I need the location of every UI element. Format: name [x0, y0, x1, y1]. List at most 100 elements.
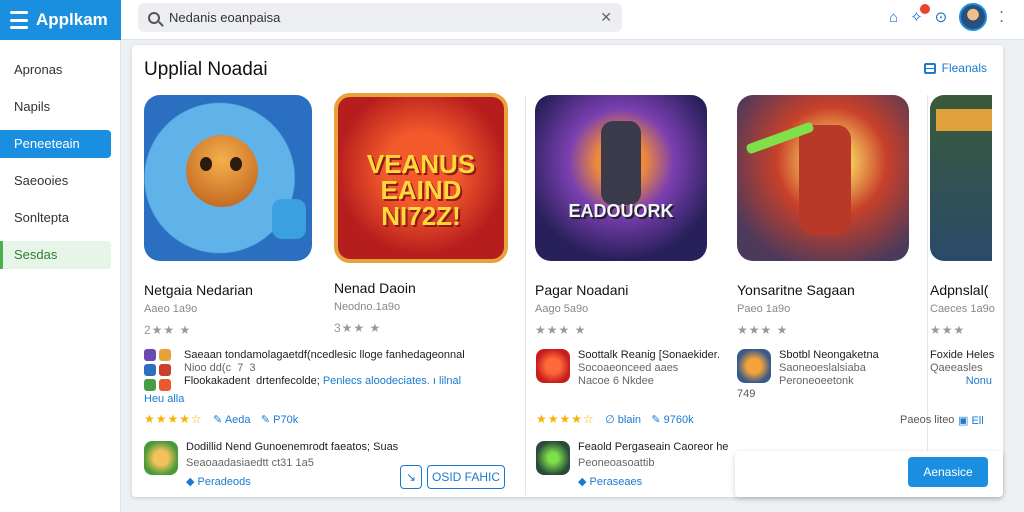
list-item-link[interactable]: ◆ Peraseaes	[578, 476, 728, 489]
app-subtitle: Neodno.1a9o	[334, 301, 401, 313]
edit-label: Aeda	[224, 414, 251, 426]
app-thumbnail[interactable]	[144, 441, 178, 475]
primary-action-button[interactable]: Aenasice	[908, 457, 988, 487]
app-card[interactable]: EADOUORK Pagar Noadani Aago 5a9o ★★★ ★	[535, 95, 707, 337]
brand-name: Applkam	[36, 10, 108, 29]
notification-badge	[919, 4, 930, 14]
app-icon[interactable]	[737, 95, 909, 261]
clear-icon[interactable]: ✕	[600, 9, 612, 26]
app-thumbnail[interactable]	[536, 349, 570, 383]
app-mini-icon[interactable]	[144, 364, 156, 376]
app-icon[interactable]: EADOUORK	[535, 95, 707, 261]
list-item-meta: Seaoaadasiaedtt ct31 1a5	[186, 457, 314, 469]
list-item-link[interactable]: Heu alla	[144, 393, 184, 405]
sidebar-item-2[interactable]: Napils	[0, 93, 111, 121]
avatar[interactable]	[959, 3, 988, 31]
share-button[interactable]: ↘	[400, 465, 422, 489]
download-link[interactable]: ✎ 9760k	[651, 414, 693, 426]
settings-icon[interactable]: ⊙	[935, 8, 948, 26]
list-item-text: Feaold Pergaseain Caoreor he Peoneoasoat…	[578, 441, 728, 489]
app-card[interactable]: Adpnslal( Caeces 1a9o ★★★	[930, 95, 995, 337]
hero-icon	[799, 125, 851, 235]
panel-action-label: Fleanals	[941, 61, 987, 75]
banner-icon	[936, 109, 992, 131]
app-mini-icon[interactable]	[159, 379, 171, 391]
edit-label: blain	[617, 414, 642, 426]
app-subtitle: Aaeo 1a9o	[144, 303, 198, 315]
list-item-meta: Peoneoasoattib	[578, 457, 655, 469]
app-subtitle: Caeces 1a9o	[930, 303, 995, 315]
sidebar-item-3[interactable]: Peneeteain	[0, 130, 111, 158]
app-icon[interactable]	[930, 95, 992, 261]
list-item[interactable]: Foxide Heles Qaeeasles Nonu	[930, 349, 994, 388]
list-item-link[interactable]: ◆ Peradeods	[186, 476, 398, 489]
sidebar: Apronas Napils Peneeteain Saeooies Sonlt…	[0, 40, 121, 512]
column-divider	[525, 95, 526, 495]
app-icon[interactable]	[144, 95, 312, 261]
rating-row: ★★★★☆ ∅ blain ✎ 9760k	[536, 412, 694, 426]
app-mini-icon[interactable]	[144, 349, 156, 361]
list-item-meta: 749	[737, 388, 756, 400]
edit-link[interactable]: ✎ Aeda	[213, 414, 250, 426]
footer-link[interactable]: ▣ Ell	[958, 414, 984, 427]
panel-action-button[interactable]: Fleanals	[923, 61, 987, 75]
list-item-desc-text: Flookakadent drtenfecolde;	[184, 375, 320, 387]
app-mini-icon[interactable]	[144, 379, 156, 391]
footer-link-label: Ell	[971, 415, 984, 427]
search-bar[interactable]: ✕	[138, 3, 622, 32]
top-bar: Applkam ✕ ⌂ ✧ ⊙ ⁚	[0, 0, 1024, 40]
list-item-text: Soottalk Reanig [Sonaekider. Socoaeoncee…	[578, 349, 720, 388]
app-name[interactable]: Pagar Noadani	[535, 282, 707, 298]
list-item-text: Sbotbl Neongaketna Saoneoeslalsiaba Pero…	[779, 349, 879, 388]
main-panel: Upplial Noadai Fleanals Netgaia Nedarian…	[132, 45, 1003, 497]
app-name[interactable]: Netgaia Nedarian	[144, 282, 312, 298]
list-item-meta: Nioo dd(c 7 3	[184, 362, 256, 374]
download-count: P70k	[273, 414, 299, 426]
list-item[interactable]: Soottalk Reanig [Sonaekider. Socoaeoncee…	[536, 349, 720, 388]
app-name[interactable]: Yonsaritne Sagaan	[737, 282, 909, 298]
list-item-title: Foxide Heles	[930, 349, 995, 361]
list-item-link[interactable]: Penlecs aloodeciates. ı lilnal	[323, 375, 461, 387]
sidebar-item-1[interactable]: Apronas	[0, 56, 111, 84]
puzzle-icon[interactable]: ✧	[910, 4, 930, 26]
app-name[interactable]: Nenad Daoin	[334, 280, 508, 296]
list-item[interactable]: Dodillid Nend Gunoenemrodt faeatos; Suas…	[144, 441, 398, 489]
more-icon[interactable]: ⁚	[999, 8, 1004, 26]
app-icon[interactable]: VEANUS EAIND NI72Z!	[334, 93, 508, 263]
list-item-meta: Socoaeonceed aaes	[578, 362, 679, 374]
layout-icon	[923, 62, 936, 74]
search-input[interactable]	[169, 10, 592, 25]
list-item[interactable]: Sbotbl Neongaketna Saoneoeslalsiaba Pero…	[737, 349, 879, 388]
list-item-meta: Peroneoeetonk	[779, 375, 854, 387]
app-card[interactable]: Netgaia Nedarian Aaeo 1a9o 2★★ ★	[144, 95, 312, 337]
app-mini-icon[interactable]	[159, 349, 171, 361]
page-title: Upplial Noadai	[144, 59, 268, 80]
app-card[interactable]: Yonsaritne Sagaan Paeo 1a9o ★★★ ★	[737, 95, 909, 337]
eye-icon	[200, 157, 212, 171]
sidebar-item-5[interactable]: Sonltepta	[0, 204, 111, 232]
home-icon[interactable]: ⌂	[889, 9, 898, 26]
list-item[interactable]: Saeaan tondamolagaetdf(ncedlesic lloge f…	[184, 349, 465, 388]
edit-link[interactable]: ∅ blain	[605, 414, 641, 426]
list-icon	[10, 11, 28, 29]
app-art-text: VEANUS EAIND NI72Z!	[366, 149, 476, 231]
app-thumbnail[interactable]	[536, 441, 570, 475]
app-mini-icon[interactable]	[159, 364, 171, 376]
search-icon	[148, 11, 160, 24]
app-name[interactable]: Adpnslal(	[930, 282, 995, 298]
app-card[interactable]: VEANUS EAIND NI72Z! Nenad Daoin Neodno.1…	[334, 93, 508, 335]
open-button[interactable]: OSID FAHIC	[427, 465, 505, 489]
star-rating: ★★★★☆	[144, 412, 203, 426]
floating-card: Aenasice	[735, 451, 1003, 497]
sidebar-item-4[interactable]: Saeooies	[0, 167, 111, 195]
brand[interactable]: Applkam	[0, 0, 121, 40]
app-thumbnail[interactable]	[737, 349, 771, 383]
list-item-desc: Flookakadent drtenfecolde; Penlecs alood…	[184, 375, 465, 388]
list-item[interactable]: Feaold Pergaseain Caoreor he Peoneoasoat…	[536, 441, 728, 489]
download-link[interactable]: ✎ P70k	[261, 414, 298, 426]
star-rating: ★★★★☆	[536, 412, 595, 426]
list-item-link[interactable]: Nonu	[930, 375, 992, 388]
list-item-text: Saeaan tondamolagaetdf(ncedlesic lloge f…	[184, 349, 465, 388]
sidebar-item-6[interactable]: Sesdas	[0, 241, 111, 269]
mini-icon-grid	[144, 349, 171, 391]
